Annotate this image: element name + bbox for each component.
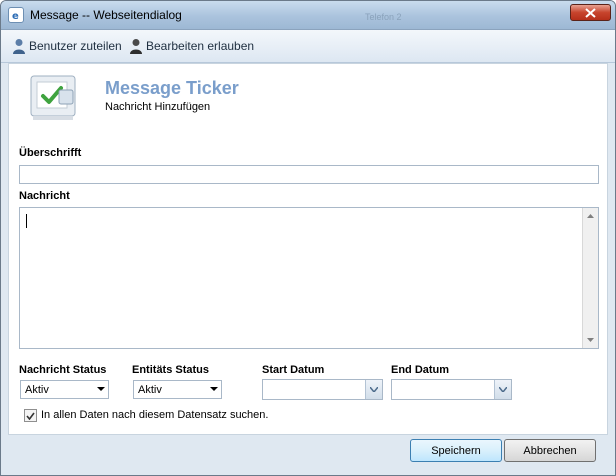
page-title: Message Ticker [105, 78, 239, 98]
cancel-button[interactable]: Abbrechen [504, 439, 596, 462]
allow-edit-button[interactable]: Bearbeiten erlauben [129, 37, 254, 55]
start-date-label: Start Datum [262, 364, 325, 376]
form-content: Message Ticker Nachricht Hinzufügen Über… [8, 63, 608, 435]
search-all-data-label: In allen Daten nach diesem Datensatz suc… [41, 409, 269, 421]
chevron-down-icon [210, 387, 218, 391]
internet-explorer-icon: e [8, 7, 24, 23]
scroll-down-button[interactable] [583, 332, 598, 348]
search-all-data-checkbox[interactable] [24, 409, 37, 422]
entity-status-select[interactable]: Aktiv [133, 380, 222, 399]
background-tab-label: Telefon 2 [365, 12, 402, 22]
headline-input[interactable] [19, 165, 599, 184]
dialog-window: e Message -- Webseitendialog Telefon 2 B… [0, 0, 616, 476]
start-date-picker[interactable] [262, 379, 383, 400]
window-title: Message -- Webseitendialog [30, 8, 182, 22]
toolbar: Benutzer zuteilen Bearbeiten erlauben [1, 30, 615, 63]
end-date-picker[interactable] [391, 379, 512, 400]
user-icon [13, 39, 25, 54]
allow-edit-label: Bearbeiten erlauben [146, 39, 255, 53]
chevron-down-icon [370, 387, 378, 392]
message-status-label: Nachricht Status [19, 364, 107, 376]
end-date-label: End Datum [391, 364, 450, 376]
message-status-value: Aktiv [25, 384, 49, 396]
message-ticker-logo-icon [30, 75, 76, 120]
entity-status-value: Aktiv [138, 384, 162, 396]
title-bar[interactable]: e Message -- Webseitendialog Telefon 2 [1, 1, 615, 30]
assign-users-button[interactable]: Benutzer zuteilen [12, 37, 122, 55]
message-label: Nachricht [19, 190, 70, 202]
message-textarea[interactable] [19, 207, 599, 349]
close-button[interactable] [570, 4, 611, 21]
page-subtitle: Nachricht Hinzufügen [105, 101, 211, 113]
scroll-down-arrow-icon [587, 338, 594, 342]
end-date-dropdown-button[interactable] [494, 380, 511, 399]
entity-status-label: Entitäts Status [132, 364, 210, 376]
svg-text:e: e [12, 11, 19, 21]
checkmark-icon [26, 412, 35, 420]
chevron-down-icon [499, 387, 507, 392]
scroll-up-arrow-icon [587, 214, 594, 218]
chevron-down-icon [97, 387, 105, 391]
text-cursor [26, 214, 27, 228]
scroll-up-button[interactable] [583, 208, 598, 224]
message-scrollbar[interactable] [582, 208, 598, 348]
save-button[interactable]: Speichern [410, 439, 502, 462]
start-date-dropdown-button[interactable] [365, 380, 382, 399]
message-status-select[interactable]: Aktiv [20, 380, 109, 399]
headline-label: Überschrifft [19, 147, 82, 159]
close-icon [585, 7, 596, 18]
user-edit-icon [130, 39, 142, 54]
assign-users-label: Benutzer zuteilen [29, 39, 122, 53]
